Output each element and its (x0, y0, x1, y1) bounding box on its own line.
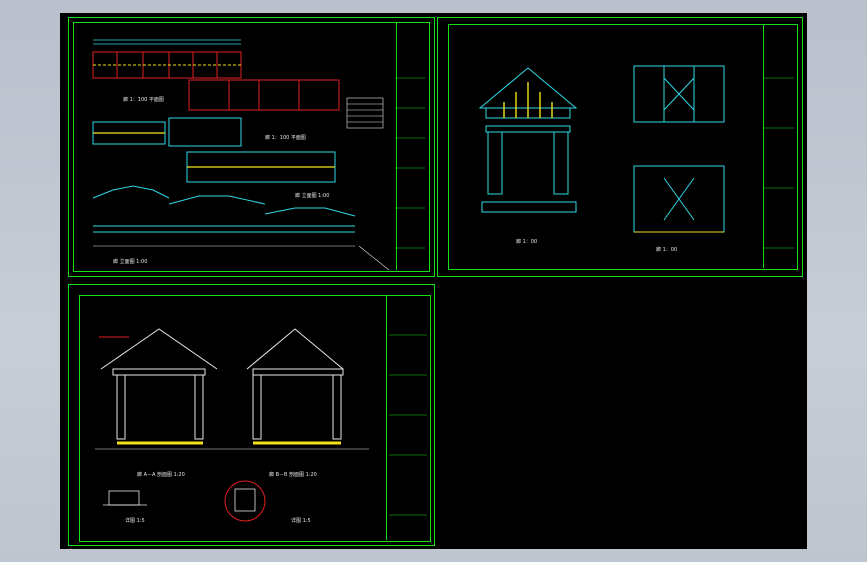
elevation-sheet: 廊 1：00 廊 1：00 (437, 17, 803, 277)
view-title: 详图 1:5 (291, 518, 311, 524)
plan-drawings (92, 39, 425, 271)
view-title: 廊 1：100 平面图 (265, 135, 306, 141)
elevation-drawings (478, 65, 794, 249)
detail-2 (224, 480, 266, 522)
section-b (246, 328, 344, 440)
view-title: 廊 1：100 平面图 (123, 97, 164, 103)
view-title: 廊 A－A 剖面图 1:20 (137, 472, 185, 478)
view-title: 详图 1:5 (125, 518, 145, 524)
plan-sheet: 廊 1：100 平面图 廊 1：100 平面图 廊 立面图 1:00 廊 立面图… (68, 17, 435, 277)
view-title: 廊 B－B 剖面图 1:20 (269, 472, 317, 478)
section-a (100, 328, 218, 440)
view-title: 廊 立面图 1:00 (113, 259, 148, 265)
view-title: 廊 1：00 (656, 247, 678, 253)
detail-1 (103, 490, 147, 506)
view-title: 廊 1：00 (516, 239, 538, 245)
floor-plan (188, 79, 340, 111)
truss-plan (92, 117, 336, 183)
section-drawings (95, 328, 427, 522)
drawing-canvas[interactable]: 廊 1：100 平面图 廊 1：100 平面图 廊 立面图 1:00 廊 立面图… (60, 13, 807, 549)
section-sheet: 廊 A－A 剖面图 1:20 廊 B－B 剖面图 1:20 详图 1:5 详图 … (68, 284, 435, 546)
lattice-panel (633, 65, 725, 233)
view-title: 廊 立面图 1:00 (295, 193, 330, 199)
